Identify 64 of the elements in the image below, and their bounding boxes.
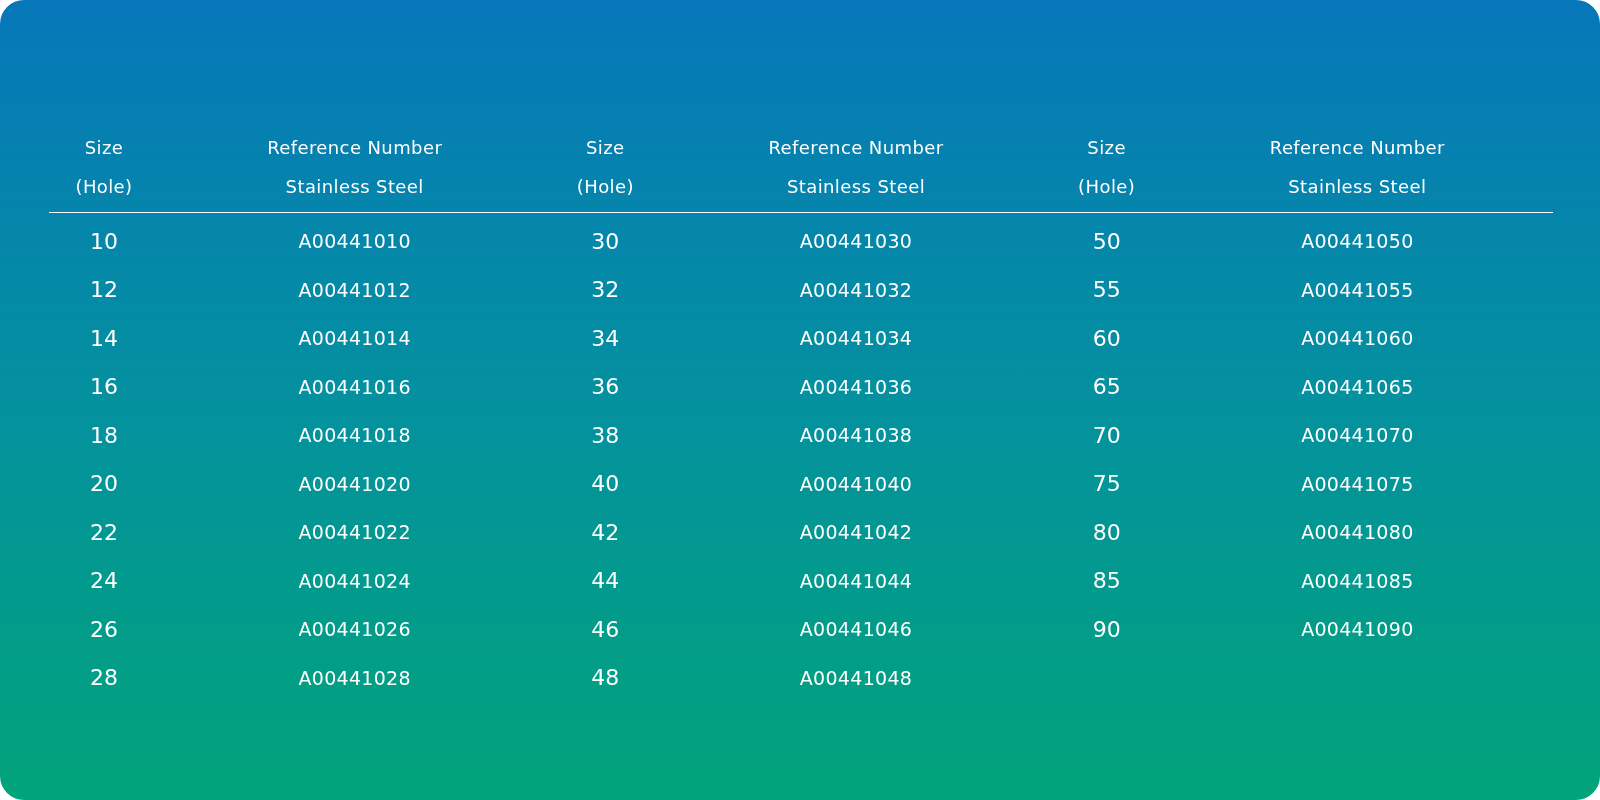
table-cell: 12 xyxy=(90,277,118,303)
table-cell: A00441014 xyxy=(298,327,411,350)
table-cell: A00441080 xyxy=(1301,521,1414,544)
table-cell: A00441036 xyxy=(799,375,913,398)
table-cell: 16 xyxy=(90,374,118,400)
table-cell: A00441030 xyxy=(799,230,913,253)
table-cell: 34 xyxy=(591,325,620,351)
table-cell: A00441065 xyxy=(1301,375,1414,398)
table-cell: 20 xyxy=(90,471,118,497)
column-header: Size (Hole) xyxy=(576,136,634,199)
column-header: Reference Number Stainless Steel xyxy=(1269,136,1445,199)
table-cell: 65 xyxy=(1092,374,1121,400)
column-header: Size (Hole) xyxy=(75,136,133,199)
table-cell: A00441042 xyxy=(799,521,913,544)
table-cell: 80 xyxy=(1092,519,1121,545)
table-cell: A00441075 xyxy=(1301,472,1414,495)
table-cell: 44 xyxy=(591,568,620,594)
table-cell: 22 xyxy=(90,519,118,545)
table-cell: A00441034 xyxy=(799,327,913,350)
table-cell: 46 xyxy=(591,616,620,642)
table-cell: A00441028 xyxy=(298,666,411,689)
table-cell: 26 xyxy=(90,616,118,642)
column-header: Size (Hole) xyxy=(1078,136,1136,199)
table-cell: 30 xyxy=(591,228,620,254)
table-cell: A00441040 xyxy=(799,472,913,495)
table-cell: A00441048 xyxy=(799,666,913,689)
table-cell: 50 xyxy=(1092,228,1121,254)
table-cell: A00441070 xyxy=(1301,424,1414,447)
table-cell: 40 xyxy=(591,471,620,497)
table-cell: A00441016 xyxy=(298,375,411,398)
table-cell: 14 xyxy=(90,325,118,351)
table-cell: 60 xyxy=(1092,325,1121,351)
table-cell: A00441055 xyxy=(1301,278,1414,301)
table-cell: 18 xyxy=(90,422,118,448)
table-cell: 90 xyxy=(1092,616,1121,642)
table-cell: A00441032 xyxy=(799,278,913,301)
table-cell: 10 xyxy=(90,228,118,254)
table-cell: 70 xyxy=(1092,422,1121,448)
table-cell: 24 xyxy=(90,568,118,594)
table-cell: A00441060 xyxy=(1301,327,1414,350)
table-cell: A00441050 xyxy=(1301,230,1414,253)
table-cell: A00441044 xyxy=(799,569,913,592)
column-header: Reference Number Stainless Steel xyxy=(267,136,443,199)
table-cell: 48 xyxy=(591,665,620,691)
table-cell: 36 xyxy=(591,374,620,400)
table-cell: 42 xyxy=(591,519,620,545)
column-header: Reference Number Stainless Steel xyxy=(768,136,944,199)
table-cell: 75 xyxy=(1092,471,1121,497)
table-cell: 38 xyxy=(591,422,620,448)
table-cell: A00441026 xyxy=(298,618,411,641)
table-cell: 85 xyxy=(1092,568,1121,594)
table-cell: A00441038 xyxy=(799,424,913,447)
table-cell: A00441090 xyxy=(1301,618,1414,641)
table-cell: A00441085 xyxy=(1301,569,1414,592)
table-cell: A00441046 xyxy=(799,618,913,641)
table-cell: 55 xyxy=(1092,277,1121,303)
table-cell: A00441018 xyxy=(298,424,411,447)
table-cell: A00441022 xyxy=(298,521,411,544)
table-cell: 28 xyxy=(90,665,118,691)
table-cell: A00441020 xyxy=(298,472,411,495)
table-cell: A00441024 xyxy=(298,569,411,592)
table-cell: A00441010 xyxy=(298,230,411,253)
table-cell: A00441012 xyxy=(298,278,411,301)
table-cell: 32 xyxy=(591,277,620,303)
